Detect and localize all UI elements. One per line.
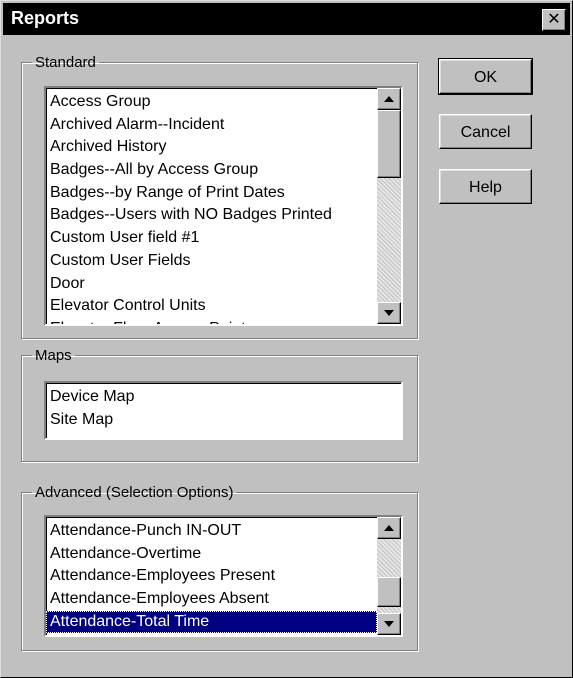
scroll-down-button[interactable] [377, 613, 401, 635]
list-item[interactable]: Badges--Users with NO Badges Printed [46, 204, 377, 227]
ok-button[interactable]: OK [438, 58, 533, 95]
maps-group-label: Maps [35, 347, 72, 364]
list-item[interactable]: Attendance-Employees Present [46, 565, 377, 588]
standard-reports-listbox[interactable]: Access Group Archived Alarm--Incident Ar… [44, 86, 403, 326]
list-item[interactable]: Door [46, 273, 377, 296]
list-item[interactable]: Custom User Fields [46, 250, 377, 273]
list-item[interactable]: Attendance-Employees Absent [46, 588, 377, 611]
list-item[interactable]: Archived History [46, 136, 377, 159]
advanced-reports-listbox[interactable]: Attendance-Punch IN-OUT Attendance-Overt… [44, 515, 403, 637]
standard-scrollbar[interactable] [377, 88, 401, 324]
list-item[interactable]: Device Map [46, 386, 401, 409]
list-item[interactable]: Elevator Floor Access Point [46, 318, 377, 324]
list-item[interactable]: Archived Alarm--Incident [46, 114, 377, 137]
reports-dialog: Reports ✕ Standard Access Group Archived… [0, 0, 573, 678]
help-button[interactable]: Help [439, 169, 532, 204]
list-item[interactable]: Custom User field #1 [46, 227, 377, 250]
maps-items: Device Map Site Map [46, 386, 401, 431]
list-item[interactable]: Elevator Control Units [46, 295, 377, 318]
advanced-scrollbar[interactable] [377, 517, 401, 635]
window-title: Reports [11, 8, 80, 28]
advanced-items: Attendance-Punch IN-OUT Attendance-Overt… [46, 520, 377, 634]
cancel-button[interactable]: Cancel [439, 114, 532, 149]
close-button[interactable]: ✕ [542, 9, 566, 31]
arrow-up-icon [384, 525, 394, 531]
scroll-up-button[interactable] [377, 88, 401, 110]
list-item[interactable]: Badges--All by Access Group [46, 159, 377, 182]
list-item-selected[interactable]: Attendance-Total Time [46, 610, 377, 634]
standard-items: Access Group Archived Alarm--Incident Ar… [46, 91, 377, 324]
scroll-thumb[interactable] [377, 110, 401, 178]
list-item[interactable]: Attendance-Overtime [46, 543, 377, 566]
list-item[interactable]: Attendance-Punch IN-OUT [46, 520, 377, 543]
arrow-down-icon [384, 310, 394, 316]
list-item[interactable]: Badges--by Range of Print Dates [46, 182, 377, 205]
scroll-up-button[interactable] [377, 517, 401, 539]
title-bar[interactable]: Reports ✕ [3, 3, 570, 35]
maps-listbox[interactable]: Device Map Site Map [44, 381, 403, 440]
close-icon: ✕ [547, 11, 561, 28]
arrow-up-icon [384, 96, 394, 102]
arrow-down-icon [384, 621, 394, 627]
advanced-group-label: Advanced (Selection Options) [35, 484, 234, 501]
standard-group-label: Standard [35, 54, 96, 71]
scroll-down-button[interactable] [377, 302, 401, 324]
list-item[interactable]: Site Map [46, 409, 401, 432]
list-item[interactable]: Access Group [46, 91, 377, 114]
scroll-thumb[interactable] [377, 577, 401, 607]
